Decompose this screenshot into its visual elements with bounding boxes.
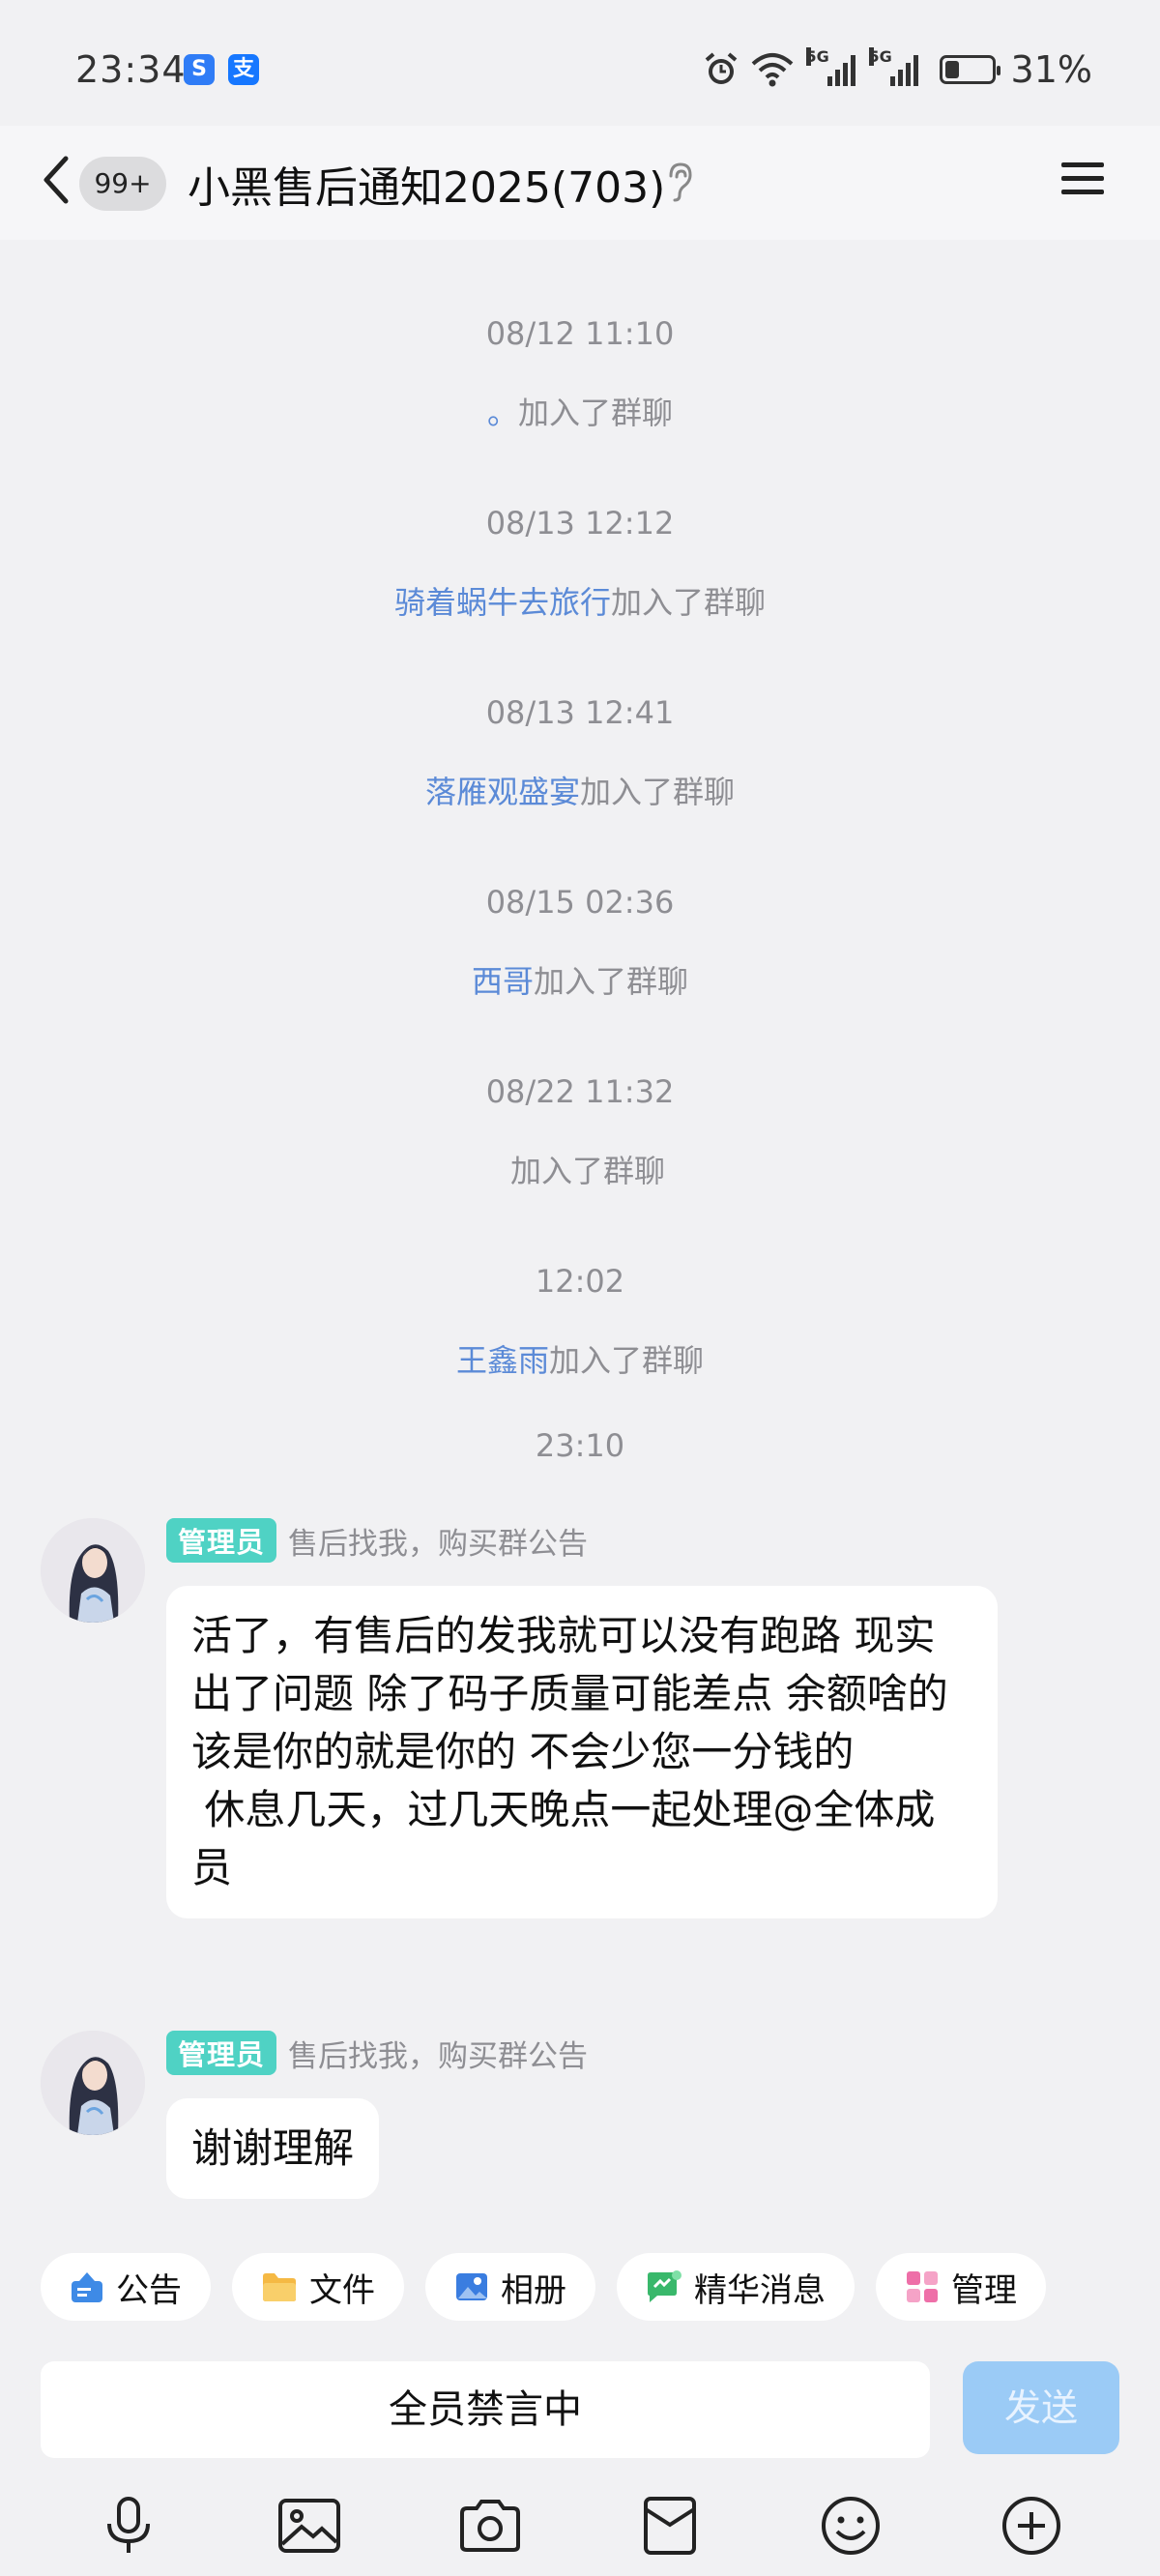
- timestamp: 08/15 02:36: [485, 884, 675, 921]
- member-name-link[interactable]: 落雁观盛宴: [425, 774, 580, 810]
- announcement-icon: [72, 2272, 102, 2302]
- essence-messages-button[interactable]: 精华消息: [617, 2253, 855, 2321]
- plus-icon[interactable]: [997, 2491, 1066, 2561]
- emoji-icon[interactable]: [816, 2491, 885, 2561]
- input-row: 全员禁言中 发送: [41, 2361, 1119, 2458]
- status-bar: 23:34 S 支 5G 5G 31%: [0, 0, 1160, 143]
- ear-icon[interactable]: [665, 161, 694, 203]
- muted-input: 全员禁言中: [41, 2361, 930, 2458]
- camera-icon[interactable]: [455, 2491, 525, 2561]
- manage-button[interactable]: 管理: [876, 2253, 1046, 2321]
- send-button[interactable]: 发送: [963, 2361, 1119, 2454]
- join-notice: 西哥加入了群聊: [471, 963, 689, 1000]
- join-notice: 王鑫雨加入了群聊: [455, 1342, 705, 1379]
- back-arrow-icon[interactable]: [37, 151, 75, 209]
- essence-icon: [648, 2270, 682, 2302]
- member-name-link[interactable]: 骑着蜗牛去旅行: [394, 584, 611, 621]
- battery-icon: [939, 55, 1000, 84]
- manage-icon: [907, 2271, 938, 2302]
- sender-nickname[interactable]: 售后找我，购买群公告: [288, 1519, 588, 1563]
- message-bubble[interactable]: 谢谢理解: [166, 2098, 380, 2199]
- timestamp: 08/12 11:10: [485, 315, 675, 352]
- member-name-link[interactable]: 王鑫雨: [456, 1342, 549, 1379]
- announcement-button[interactable]: 公告: [41, 2253, 211, 2321]
- signal-icon-1: 5G: [805, 47, 856, 86]
- join-notice: 加入了群聊: [509, 1153, 665, 1189]
- join-notice: 落雁观盛宴加入了群聊: [424, 774, 736, 810]
- timestamp: 12:02: [535, 1263, 625, 1300]
- status-time: 23:34: [75, 48, 187, 91]
- join-notice: 。加入了群聊: [486, 395, 674, 431]
- timestamp: 08/13 12:12: [485, 505, 675, 542]
- timestamp: 23:10: [535, 1427, 625, 1464]
- wifi-icon: [751, 53, 793, 87]
- join-notice: 骑着蜗牛去旅行加入了群聊: [393, 584, 767, 621]
- battery-percent: 31%: [1010, 48, 1092, 91]
- avatar[interactable]: [41, 1518, 145, 1623]
- files-button[interactable]: 文件: [232, 2253, 404, 2321]
- app-s-icon: S: [184, 54, 215, 85]
- album-icon: [456, 2273, 487, 2300]
- sender-row: 管理员 售后找我，购买群公告: [166, 2031, 588, 2075]
- sender-nickname[interactable]: 售后找我，购买群公告: [288, 2032, 588, 2075]
- folder-icon: [263, 2273, 296, 2301]
- image-icon[interactable]: [275, 2491, 344, 2561]
- menu-icon[interactable]: [1061, 157, 1108, 203]
- message-bubble[interactable]: 活了，有售后的发我就可以没有跑路 现实出了问题 除了码子质量可能差点 余额啥的 …: [166, 1586, 998, 1918]
- timestamp: 08/13 12:41: [485, 694, 675, 731]
- bottom-toolbar: [0, 2475, 1160, 2576]
- member-name-link[interactable]: 。: [487, 395, 518, 431]
- unread-badge[interactable]: 99+: [79, 157, 166, 211]
- signal-icon-2: 5G: [868, 47, 918, 86]
- admin-badge: 管理员: [166, 2031, 277, 2075]
- avatar[interactable]: [41, 2031, 145, 2135]
- album-button[interactable]: 相册: [425, 2253, 595, 2321]
- quick-action-bar: 公告 文件 相册 精华消息 管理: [0, 2253, 1160, 2350]
- group-title[interactable]: 小黑售后通知2025(703): [188, 153, 665, 215]
- sender-row: 管理员 售后找我，购买群公告: [166, 1518, 588, 1563]
- admin-badge: 管理员: [166, 1518, 277, 1563]
- timestamp: 08/22 11:32: [485, 1073, 675, 1110]
- microphone-icon[interactable]: [94, 2491, 163, 2561]
- status-indicators: 5G 5G 31%: [702, 46, 1092, 93]
- member-name-link[interactable]: 西哥: [472, 963, 534, 1000]
- red-packet-icon[interactable]: [635, 2491, 705, 2561]
- chat-header: 99+ 小黑售后通知2025(703): [0, 126, 1160, 240]
- alarm-icon: [705, 52, 737, 84]
- alipay-icon: 支: [228, 54, 259, 85]
